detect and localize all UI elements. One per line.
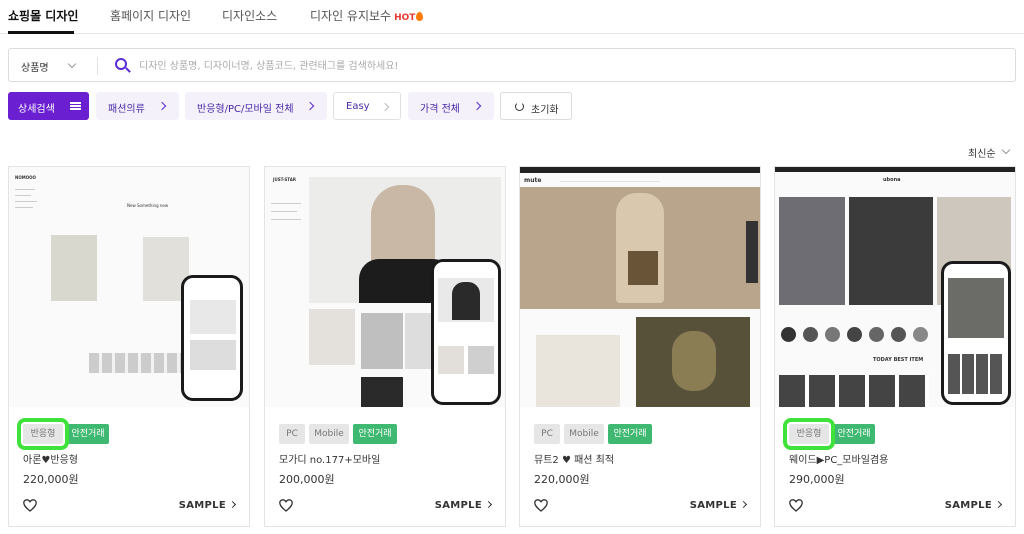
- sample-link[interactable]: SAMPLE: [944, 500, 1003, 511]
- product-name[interactable]: 웨이드▶PC_모바일겸용: [789, 451, 888, 466]
- product-thumbnail[interactable]: NOMOOO New Something new: [9, 167, 249, 407]
- sample-label: SAMPLE: [689, 500, 737, 511]
- tag-safe-trade: 안전거래: [353, 424, 397, 444]
- search-divider: [97, 57, 98, 75]
- tag-responsive: 반응형: [783, 418, 835, 450]
- product-thumbnail[interactable]: JUST-STAR: [265, 167, 505, 407]
- product-price: 220,000원: [534, 473, 590, 486]
- product-thumbnail[interactable]: ubona TODAY BEST ITEM: [775, 167, 1015, 407]
- thumb-brand: JUST-STAR: [273, 177, 296, 182]
- product-card[interactable]: JUST-STAR PC Mobile 안전거래 모가디 no.177+모바일 …: [264, 166, 506, 527]
- filter-price[interactable]: 가격 전체: [408, 92, 494, 120]
- chevron-right-icon: [994, 500, 1003, 509]
- tab-homepage-design[interactable]: 홈페이지 디자인: [110, 7, 191, 24]
- sample-label: SAMPLE: [178, 500, 226, 511]
- tag-pc: PC: [534, 424, 560, 444]
- product-price: 290,000원: [789, 473, 845, 486]
- chevron-right-icon: [228, 500, 237, 509]
- chevron-right-icon: [157, 101, 167, 111]
- search-input[interactable]: [139, 56, 999, 76]
- thumb-brand: mute: [524, 177, 542, 184]
- product-card[interactable]: mute PC Mobile 안전거래 뮤트2 ♥ 패션 최적 220,000원…: [519, 166, 761, 527]
- filter-device[interactable]: 반응형/PC/모바일 전체: [185, 92, 327, 120]
- sample-link[interactable]: SAMPLE: [434, 500, 493, 511]
- sample-link[interactable]: SAMPLE: [178, 500, 237, 511]
- tag-safe-trade: 안전거래: [833, 424, 875, 444]
- detail-search-label: 상세검색: [18, 104, 55, 115]
- detail-search-button[interactable]: 상세검색: [8, 92, 89, 120]
- filter-category-label: 패션의류: [108, 104, 145, 115]
- reset-button[interactable]: 초기화: [500, 92, 572, 120]
- tab-design-maintenance-label: 디자인 유지보수: [310, 9, 392, 23]
- thumb-brand: ubona: [883, 177, 901, 183]
- product-name[interactable]: 모가디 no.177+모바일: [279, 451, 380, 466]
- filter-device-label: 반응형/PC/모바일 전체: [197, 104, 294, 115]
- refresh-icon: [515, 102, 524, 111]
- sliders-icon: [70, 102, 81, 110]
- product-price: 200,000원: [279, 473, 335, 486]
- filter-difficulty-label: Easy: [346, 101, 370, 112]
- chevron-right-icon: [305, 101, 315, 111]
- reset-label: 초기화: [531, 105, 559, 116]
- heart-icon[interactable]: [789, 499, 803, 512]
- heart-icon[interactable]: [534, 499, 548, 512]
- sample-label: SAMPLE: [434, 500, 482, 511]
- tag-safe-trade: 안전거래: [67, 424, 109, 444]
- heart-icon[interactable]: [23, 499, 37, 512]
- product-card[interactable]: ubona TODAY BEST ITEM 반응형 안전거래 웨이드▶PC_모바…: [774, 166, 1016, 527]
- tag-pc: PC: [279, 424, 305, 444]
- tab-design-source[interactable]: 디자인소스: [222, 7, 277, 24]
- tab-design-maintenance[interactable]: 디자인 유지보수 HOT: [310, 7, 424, 24]
- filter-category[interactable]: 패션의류: [96, 92, 179, 120]
- sample-link[interactable]: SAMPLE: [689, 500, 748, 511]
- search-bar: 상품명: [8, 48, 1016, 82]
- chevron-down-icon[interactable]: [1001, 145, 1011, 155]
- filter-price-label: 가격 전체: [420, 104, 460, 115]
- chevron-right-icon: [484, 500, 493, 509]
- search-icon[interactable]: [115, 58, 131, 74]
- sort-select[interactable]: 최신순: [968, 145, 996, 160]
- heart-icon[interactable]: [279, 499, 293, 512]
- chevron-right-icon: [472, 101, 482, 111]
- tag-mobile: Mobile: [309, 424, 349, 444]
- category-tabs: 쇼핑몰 디자인 홈페이지 디자인 디자인소스 디자인 유지보수 HOT: [0, 0, 1024, 34]
- tag-safe-trade: 안전거래: [608, 424, 652, 444]
- tab-shopping-mall-design[interactable]: 쇼핑몰 디자인: [8, 7, 78, 24]
- hot-badge: HOT: [394, 13, 416, 23]
- product-price: 220,000원: [23, 473, 79, 486]
- thumb-caption: TODAY BEST ITEM: [873, 357, 924, 363]
- active-tab-indicator: [8, 31, 74, 34]
- thumb-brand: NOMOOO: [15, 175, 36, 180]
- filter-difficulty[interactable]: Easy: [333, 92, 401, 120]
- product-card[interactable]: NOMOOO New Something new 반응형 안전거래 아론♥반응형…: [8, 166, 250, 527]
- chevron-down-icon[interactable]: [67, 59, 77, 69]
- flame-icon: [416, 12, 424, 21]
- product-name[interactable]: 뮤트2 ♥ 패션 최적: [534, 451, 614, 466]
- product-thumbnail[interactable]: mute: [520, 167, 760, 407]
- search-field-select[interactable]: 상품명: [21, 59, 49, 74]
- product-name[interactable]: 아론♥반응형: [23, 451, 78, 466]
- tag-responsive: 반응형: [17, 418, 69, 450]
- chevron-right-icon: [380, 102, 390, 112]
- thumb-caption: New Something new: [127, 203, 169, 208]
- sample-label: SAMPLE: [944, 500, 992, 511]
- tag-mobile: Mobile: [564, 424, 604, 444]
- chevron-right-icon: [739, 500, 748, 509]
